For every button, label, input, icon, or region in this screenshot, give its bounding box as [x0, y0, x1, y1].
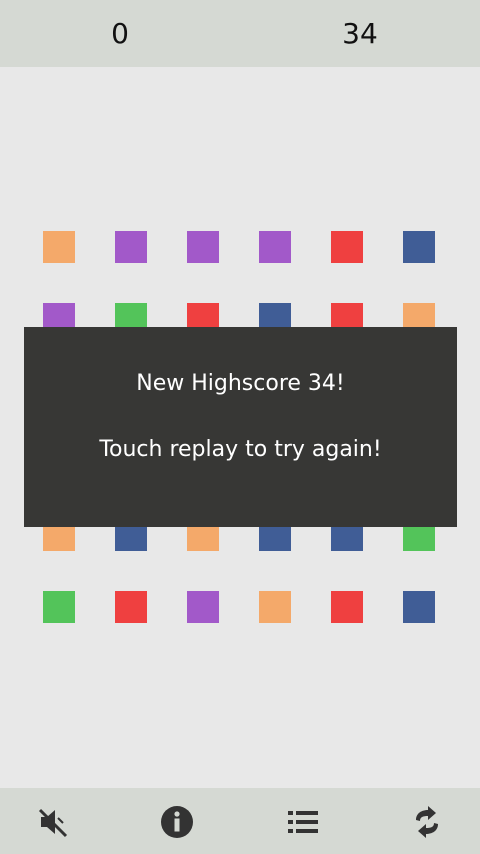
- game-screen: 0 34 New Highscore 34! Touch replay to t…: [0, 0, 480, 854]
- tile-purple[interactable]: [187, 591, 219, 623]
- mute-icon: [38, 808, 68, 838]
- tile-blue[interactable]: [403, 591, 435, 623]
- tile-red[interactable]: [331, 231, 363, 263]
- tile-green[interactable]: [43, 591, 75, 623]
- replay-hint-text: Touch replay to try again!: [99, 437, 382, 462]
- tile-purple[interactable]: [187, 231, 219, 263]
- new-highscore-text: New Highscore 34!: [136, 371, 345, 396]
- list-icon: [288, 811, 318, 833]
- game-over-dialog[interactable]: New Highscore 34! Touch replay to try ag…: [24, 327, 457, 527]
- replay-icon: [416, 806, 438, 838]
- tile-orange[interactable]: [43, 231, 75, 263]
- info-button[interactable]: [160, 805, 194, 839]
- toolbar: [0, 788, 480, 854]
- tile-red[interactable]: [331, 591, 363, 623]
- info-icon: [161, 806, 193, 838]
- mute-button[interactable]: [36, 805, 70, 839]
- tile-orange[interactable]: [259, 591, 291, 623]
- tile-red[interactable]: [115, 591, 147, 623]
- list-button[interactable]: [286, 805, 320, 839]
- replay-button[interactable]: [410, 805, 444, 839]
- tile-blue[interactable]: [403, 231, 435, 263]
- tile-purple[interactable]: [115, 231, 147, 263]
- tile-purple[interactable]: [259, 231, 291, 263]
